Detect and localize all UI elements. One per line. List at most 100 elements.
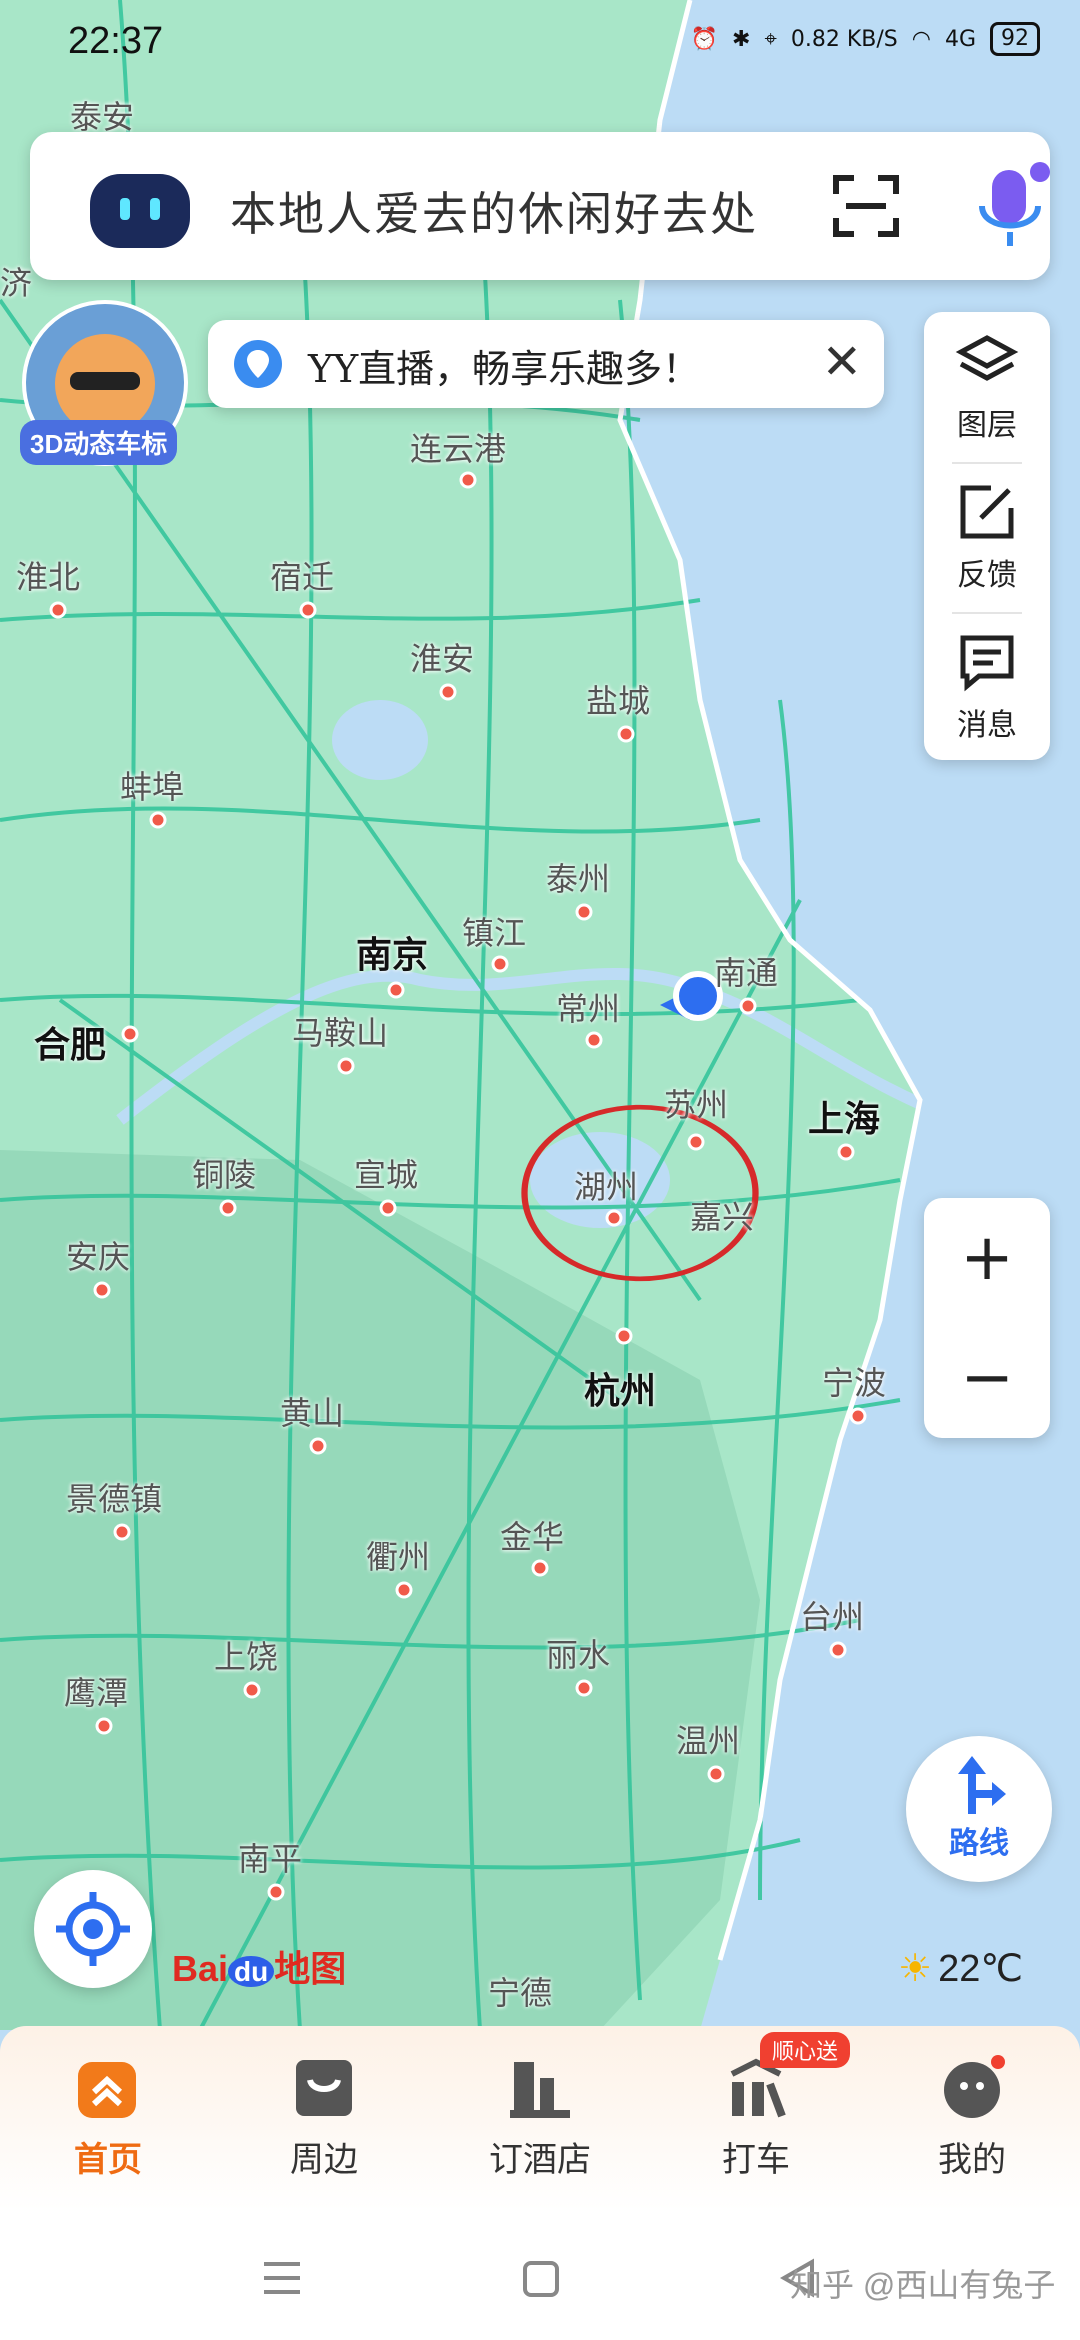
sun-icon: ☀ <box>898 1948 933 1990</box>
city-label[interactable]: 湖州 <box>574 1162 638 1208</box>
tab-label: 打车 <box>722 2140 790 2180</box>
bluetooth-icon: ✱ <box>732 26 751 52</box>
bottom-tab-bar: 首页 周边 订酒店 打车 我的 <box>0 2026 1080 2210</box>
hotel-tab-icon <box>510 2062 570 2118</box>
tab-label: 订酒店 <box>489 2140 591 2180</box>
city-label[interactable]: 台州 <box>800 1592 864 1638</box>
feedback-icon <box>960 485 1014 539</box>
profile-tab-icon <box>944 2055 1005 2118</box>
messages-button[interactable]: 消息 <box>924 612 1050 760</box>
map-pin-icon <box>234 340 282 388</box>
route-button[interactable]: 路线 <box>906 1736 1052 1882</box>
city-label[interactable]: 盐城 <box>586 676 650 722</box>
notice-banner[interactable]: YY直播，畅享乐趣多！ ✕ <box>208 320 884 408</box>
messages-label: 消息 <box>957 708 1017 743</box>
tab-taxi[interactable]: 打车 <box>676 2054 836 2181</box>
avatar-label[interactable]: 3D动态车标 <box>20 420 178 465</box>
weather-widget[interactable]: ☀ 22℃ <box>898 1946 1023 1991</box>
taxi-promo-badge: 顺心送 <box>760 2032 851 2068</box>
city-label[interactable]: 宿迁 <box>270 552 334 598</box>
close-icon[interactable]: ✕ <box>822 334 862 390</box>
tab-mine[interactable]: 我的 <box>892 2054 1052 2181</box>
city-label[interactable]: 鹰潭 <box>64 1668 128 1714</box>
city-label[interactable]: 淮安 <box>410 634 474 680</box>
voice-mic-icon[interactable] <box>970 162 1050 252</box>
layers-label: 图层 <box>957 408 1017 443</box>
city-label[interactable]: 景德镇 <box>66 1474 162 1520</box>
watermark: 知乎 @西山有兔子 <box>790 2267 1056 2303</box>
city-label[interactable]: 黄山 <box>280 1388 344 1434</box>
network-type: 4G <box>944 26 976 52</box>
city-label[interactable]: 马鞍山 <box>292 1008 388 1054</box>
feedback-label: 反馈 <box>957 558 1017 593</box>
menu-icon[interactable] <box>262 2260 302 2296</box>
assistant-robot-icon[interactable] <box>80 168 200 254</box>
city-label[interactable]: 金华 <box>500 1512 564 1558</box>
city-label[interactable]: 上饶 <box>214 1632 278 1678</box>
map-canvas[interactable] <box>0 0 1080 2030</box>
message-icon <box>960 635 1014 692</box>
logo-paw: du <box>228 1956 275 1987</box>
locate-icon <box>56 1892 130 1966</box>
search-input[interactable]: 本地人爱去的休闲好去处 <box>230 178 758 244</box>
city-label[interactable]: 安庆 <box>66 1232 130 1278</box>
map-tools-panel: 图层 反馈 消息 <box>924 312 1050 760</box>
status-time: 22:37 <box>68 20 164 62</box>
route-arrow-icon <box>958 1756 1006 1814</box>
city-label[interactable]: 蚌埠 <box>120 762 184 808</box>
city-label[interactable]: 镇江 <box>462 908 526 954</box>
logo-text: Bai <box>172 1948 229 1989</box>
city-label[interactable]: 铜陵 <box>192 1150 256 1196</box>
baidu-map-logo: Bai du 地图 <box>172 1940 346 1992</box>
tab-label: 首页 <box>74 2140 142 2180</box>
alarm-icon: ⏰ <box>690 26 719 52</box>
zoom-in-button[interactable]: + <box>924 1198 1050 1318</box>
logo-text-cn: 地图 <box>274 1948 347 1989</box>
city-label[interactable]: 宁波 <box>822 1358 886 1404</box>
city-label[interactable]: 泰州 <box>546 854 610 900</box>
zoom-out-button[interactable]: − <box>924 1318 1050 1438</box>
locate-me-button[interactable] <box>34 1870 152 1988</box>
temperature: 22℃ <box>938 1948 1024 1990</box>
city-label[interactable]: 宁德 <box>488 1968 552 2014</box>
city-label[interactable]: 上海 <box>808 1090 880 1142</box>
city-label[interactable]: 淮北 <box>16 552 80 598</box>
status-bar: 22:37 ⏰ ✱ ⌖ 0.82 KB/S ◠ 4G 92 <box>0 0 1080 96</box>
city-label[interactable]: 济 <box>0 258 32 304</box>
feedback-button[interactable]: 反馈 <box>924 462 1050 610</box>
city-label[interactable]: 南通 <box>714 948 778 994</box>
location-icon: ⌖ <box>764 26 777 52</box>
route-label: 路线 <box>949 1826 1009 1861</box>
city-label[interactable]: 丽水 <box>546 1630 610 1676</box>
city-label[interactable]: 温州 <box>676 1716 740 1762</box>
zoom-control: + − <box>924 1198 1050 1438</box>
home-icon[interactable] <box>522 2260 560 2298</box>
city-label[interactable]: 嘉兴 <box>690 1192 754 1238</box>
hongze-lake <box>332 700 428 780</box>
scan-icon[interactable] <box>830 170 902 242</box>
tab-home[interactable]: 首页 <box>28 2054 188 2181</box>
net-speed: 0.82 KB/S <box>790 26 898 52</box>
city-label[interactable]: 连云港 <box>410 424 506 470</box>
layers-icon <box>955 335 1019 381</box>
tab-nearby[interactable]: 周边 <box>244 2054 404 2181</box>
tab-hotel[interactable]: 订酒店 <box>460 2054 620 2181</box>
tab-label: 周边 <box>290 2140 358 2180</box>
tab-label: 我的 <box>938 2140 1006 2180</box>
city-label[interactable]: 常州 <box>556 984 620 1030</box>
nearby-tab-icon <box>296 2060 352 2116</box>
search-bar[interactable]: 本地人爱去的休闲好去处 <box>30 132 1050 280</box>
city-label[interactable]: 杭州 <box>584 1362 656 1414</box>
wifi-icon: ◠ <box>911 26 931 52</box>
city-label[interactable]: 南京 <box>356 926 428 978</box>
city-label[interactable]: 宣城 <box>354 1150 418 1196</box>
status-icons: ⏰ ✱ ⌖ 0.82 KB/S ◠ 4G 92 <box>691 22 1040 56</box>
city-label[interactable]: 合肥 <box>34 1016 106 1068</box>
city-label[interactable]: 苏州 <box>664 1080 728 1126</box>
city-label[interactable]: 南平 <box>238 1834 302 1880</box>
battery-level: 92 <box>990 22 1040 56</box>
notice-text: YY直播，畅享乐趣多！ <box>308 347 701 391</box>
layers-button[interactable]: 图层 <box>924 312 1050 460</box>
city-label[interactable]: 衢州 <box>366 1532 430 1578</box>
home-tab-icon <box>78 2062 136 2118</box>
